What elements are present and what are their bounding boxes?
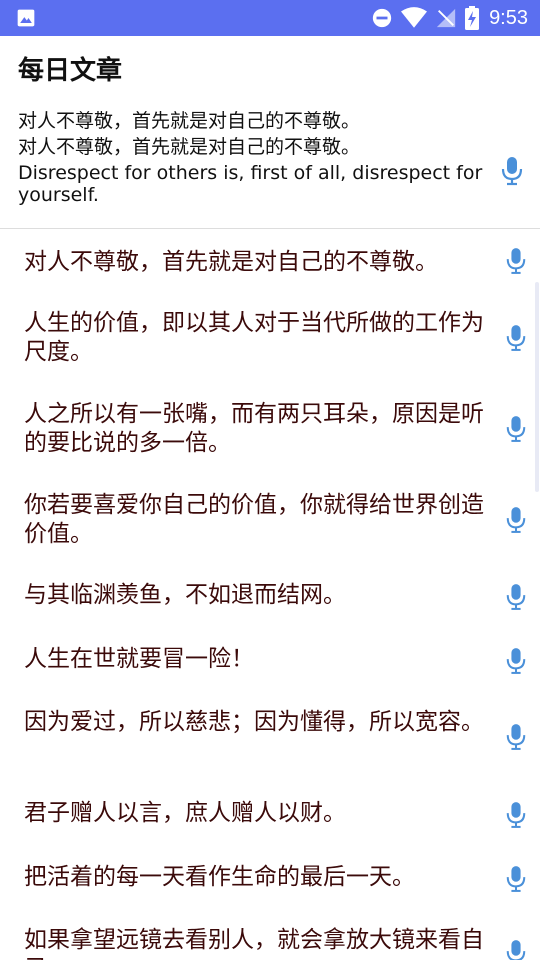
status-icons: 9:53 [371, 0, 528, 36]
microphone-icon[interactable] [500, 156, 524, 186]
sentence-text: 因为爱过，所以慈悲；因为懂得，所以宽容。 [24, 709, 484, 735]
featured-english: Disrespect for others is, first of all, … [18, 162, 483, 206]
featured-line-2: 对人不尊敬，首先就是对自己的不尊敬。 [18, 136, 361, 158]
battery-charging-icon [465, 6, 480, 30]
microphone-icon[interactable] [505, 582, 527, 612]
status-bar: 9:53 [0, 0, 540, 36]
microphone-icon[interactable] [505, 505, 527, 535]
microphone-icon[interactable] [505, 722, 527, 752]
featured-sentence: 对人不尊敬，首先就是对自己的不尊敬。 对人不尊敬，首先就是对自己的不尊敬。 Di… [18, 108, 488, 206]
status-time: 9:53 [489, 6, 528, 29]
image-icon [17, 9, 35, 27]
page-title: 每日文章 [18, 56, 123, 86]
do-not-disturb-icon [372, 8, 392, 28]
sentence-text: 君子赠人以言，庶人赠人以财。 [24, 800, 346, 826]
featured-line-1: 对人不尊敬，首先就是对自己的不尊敬。 [18, 110, 361, 132]
microphone-icon[interactable] [505, 938, 527, 960]
microphone-icon[interactable] [505, 414, 527, 444]
sentence-text: 人生在世就要冒一险！ [24, 646, 254, 672]
sentence-list[interactable]: 对人不尊敬，首先就是对自己的不尊敬。 人生的价值，即以其人对于当代所做的工作为尺… [0, 229, 540, 960]
sentence-text: 人生的价值，即以其人对于当代所做的工作为尺度。 [24, 310, 484, 365]
no-signal-icon [436, 8, 456, 28]
sentence-text: 把活着的每一天看作生命的最后一天。 [24, 864, 415, 890]
sentence-text: 你若要喜爱你自己的价值，你就得给世界创造价值。 [24, 492, 484, 547]
sentence-text: 人之所以有一张嘴，而有两只耳朵，原因是听的要比说的多一倍。 [24, 401, 484, 456]
sentence-text: 与其临渊羡鱼，不如退而结网。 [24, 582, 346, 608]
wifi-icon [401, 7, 428, 28]
microphone-icon[interactable] [505, 864, 527, 894]
scrollbar[interactable] [535, 282, 539, 492]
microphone-icon[interactable] [505, 800, 527, 830]
microphone-icon[interactable] [505, 323, 527, 353]
sentence-text: 如果拿望远镜去看别人，就会拿放大镜来看自己。 [24, 927, 484, 960]
sentence-text: 对人不尊敬，首先就是对自己的不尊敬。 [24, 249, 438, 275]
microphone-icon[interactable] [505, 246, 527, 276]
microphone-icon[interactable] [505, 646, 527, 676]
